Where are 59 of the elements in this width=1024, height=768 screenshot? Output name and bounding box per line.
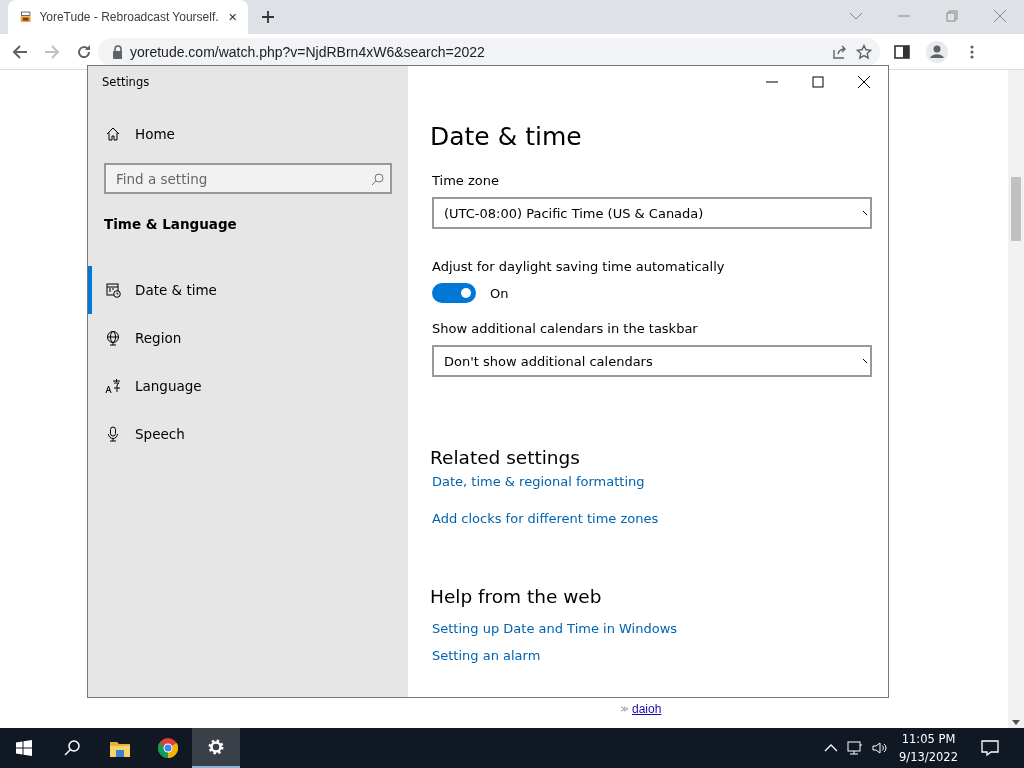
scrollbar-thumb[interactable] — [1011, 177, 1021, 241]
nav-item[interactable]: Speech — [88, 410, 408, 458]
close-icon[interactable] — [856, 74, 872, 90]
nav-item[interactable]: Region — [88, 314, 408, 362]
back-icon[interactable] — [12, 43, 28, 60]
volume-icon[interactable] — [871, 740, 888, 756]
reload-icon[interactable] — [76, 43, 92, 60]
lock-icon — [110, 43, 122, 60]
page-heading: Date & time — [430, 122, 583, 151]
search-icon — [64, 740, 80, 756]
side-panel-icon[interactable] — [894, 43, 910, 60]
profile-icon[interactable] — [926, 40, 948, 63]
browser-tab[interactable]: YoreTude - Rebroadcast Yourself. — [8, 0, 248, 34]
url-text: yoretude.com/watch.php?v=NjdRBrn4xW6&search=2022 — [130, 43, 486, 60]
settings-link[interactable]: Date, time & regional formatting — [432, 474, 645, 489]
window-title: Settings — [101, 74, 151, 91]
section-heading: Help from the web — [430, 586, 603, 607]
nav-item[interactable]: Date & time — [88, 266, 408, 314]
search-field[interactable]: Find a setting — [104, 163, 392, 194]
share-icon[interactable] — [832, 43, 848, 60]
star-icon[interactable] — [856, 43, 872, 60]
chevron-icon — [862, 209, 870, 217]
maximize-icon[interactable] — [810, 74, 826, 90]
home-link[interactable]: Home — [105, 126, 408, 142]
tab-title: YoreTude - Rebroadcast Yourself. — [39, 10, 219, 24]
scrollbar[interactable] — [1008, 70, 1024, 728]
section-title: Time & Language — [104, 216, 238, 232]
settings-link[interactable]: Setting an alarm — [432, 648, 541, 663]
dropdown[interactable]: (UTC-08:00) Pacific Time (US & Canada) — [432, 197, 872, 229]
nav-item[interactable]: Language — [88, 362, 408, 410]
favicon-icon — [20, 9, 32, 25]
language-icon — [105, 378, 121, 394]
field-label: Time zone — [432, 173, 500, 188]
dropdown[interactable]: Don't show additional calendars — [432, 345, 872, 377]
page-link[interactable]: daioh — [632, 702, 662, 716]
settings-link[interactable]: Setting up Date and Time in Windows — [432, 621, 678, 636]
globe-icon — [105, 330, 121, 346]
search-icon[interactable] — [370, 172, 384, 186]
windows-logo-icon — [16, 740, 32, 756]
chrome-icon — [158, 738, 178, 758]
field-label: Adjust for daylight saving time automatically — [432, 259, 726, 274]
bullet-icon — [620, 705, 628, 713]
section-heading: Related settings — [430, 447, 581, 468]
gear-icon — [207, 738, 225, 756]
clock[interactable]: 11:05 PM 9/13/2022 — [899, 730, 958, 766]
taskbar-app[interactable] — [192, 728, 240, 768]
microphone-icon — [105, 426, 121, 442]
new-tab-icon[interactable] — [260, 9, 276, 25]
chevron-icon — [862, 357, 870, 365]
calendar-icon — [105, 282, 121, 298]
toggle-switch[interactable] — [432, 283, 476, 303]
home-icon — [105, 126, 121, 142]
network-icon[interactable] — [847, 740, 864, 756]
toggle-state: On — [490, 285, 509, 301]
folder-icon — [110, 739, 130, 757]
field-label: Show additional calendars in the taskbar — [432, 321, 699, 336]
address-bar[interactable]: yoretude.com/watch.php?v=NjdRBrn4xW6&search=2022 — [98, 37, 880, 66]
settings-link[interactable]: Add clocks for different time zones — [432, 511, 659, 526]
notification-icon[interactable] — [980, 738, 1000, 758]
